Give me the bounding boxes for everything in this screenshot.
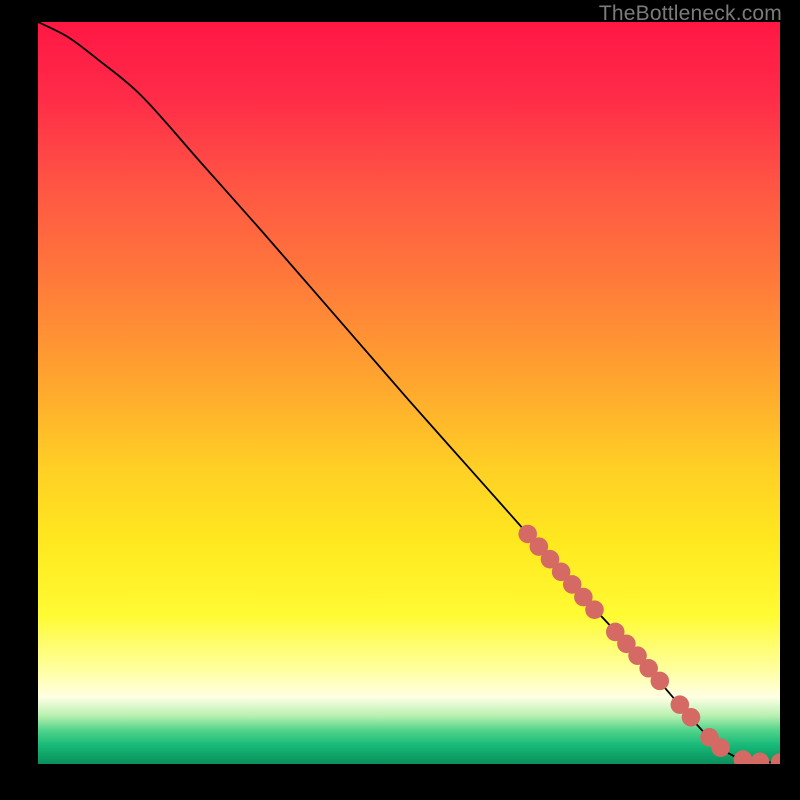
- chart-stage: TheBottleneck.com: [0, 0, 800, 800]
- background-gradient: [38, 22, 780, 764]
- plot-area: [38, 22, 780, 764]
